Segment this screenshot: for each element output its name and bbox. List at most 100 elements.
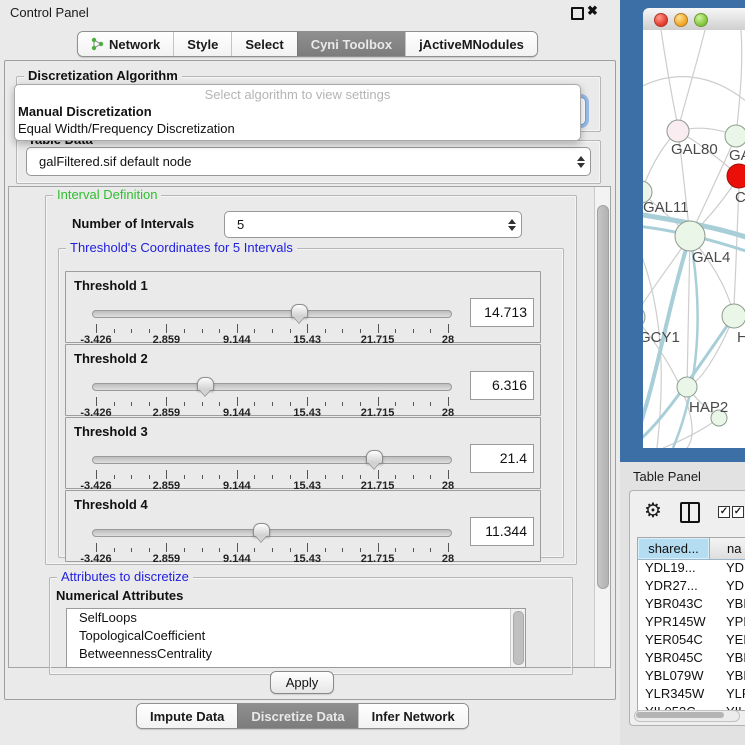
threshold-value-field[interactable]: 11.344: [470, 517, 534, 546]
table-data-value: galFiltered.sif default node: [27, 154, 572, 169]
cell-shared-name[interactable]: YDR27...: [638, 578, 716, 596]
threshold-slider[interactable]: -3.4262.8599.14415.4321.71528: [92, 379, 452, 413]
table-row[interactable]: YDL19...YDL1: [638, 560, 745, 578]
columns-icon[interactable]: [680, 502, 700, 523]
close-traffic-light-icon[interactable]: [654, 13, 668, 27]
threshold-panel: Threshold 3 -3.4262.8599.14415.4321.7152…: [65, 417, 541, 489]
column-header-name[interactable]: na: [710, 538, 745, 559]
threshold-slider[interactable]: -3.4262.8599.14415.4321.71528: [92, 525, 452, 559]
slider-track[interactable]: [92, 456, 452, 464]
cell-name[interactable]: YDR2: [716, 578, 745, 596]
slider-thumb[interactable]: [197, 377, 214, 391]
cell-name[interactable]: YBR0: [716, 596, 745, 614]
slider-thumb[interactable]: [291, 304, 308, 318]
network-edge[interactable]: [680, 30, 705, 122]
table-horizontal-scrollbar[interactable]: [634, 710, 740, 722]
attributes-group: Attributes to discretize Numerical Attri…: [49, 577, 573, 675]
slider-track[interactable]: [92, 383, 452, 391]
attribute-list-item[interactable]: SelfLoops: [67, 609, 525, 627]
network-node[interactable]: [725, 125, 745, 147]
slider-tick-labels: -3.4262.8599.14415.4321.71528: [96, 553, 448, 565]
slider-track[interactable]: [92, 310, 452, 318]
tab-select[interactable]: Select: [231, 32, 296, 56]
number-of-intervals-combobox[interactable]: 5: [224, 211, 522, 238]
tab-cyni-toolbox[interactable]: Cyni Toolbox: [297, 32, 405, 56]
tab-impute-data[interactable]: Impute Data: [137, 704, 237, 728]
column-header-shared-name[interactable]: shared...: [638, 538, 710, 559]
network-node[interactable]: [722, 304, 745, 328]
cell-name[interactable]: YBR0: [716, 650, 745, 668]
threshold-panel: Threshold 2 -3.4262.8599.14415.4321.7152…: [65, 344, 541, 416]
node-table[interactable]: shared... na YDL19...YDL1YDR27...YDR2YBR…: [637, 537, 745, 711]
attribute-list-item[interactable]: BetweennessCentrality: [67, 645, 525, 663]
table-row[interactable]: YPR145WYPR1: [638, 614, 745, 632]
table-data-combobox[interactable]: galFiltered.sif default node: [26, 147, 591, 176]
threshold-slider[interactable]: -3.4262.8599.14415.4321.71528: [92, 452, 452, 486]
apply-button[interactable]: Apply: [270, 671, 334, 694]
cell-shared-name[interactable]: YER054C: [638, 632, 716, 650]
network-node[interactable]: [667, 120, 689, 142]
slider-thumb[interactable]: [253, 523, 270, 537]
dropdown-option-manual[interactable]: Manual Discretization: [15, 103, 580, 120]
threshold-value-field[interactable]: 21.4: [470, 444, 534, 473]
table-row[interactable]: YBR043CYBR0: [638, 596, 745, 614]
cell-shared-name[interactable]: YPR145W: [638, 614, 716, 632]
minimize-traffic-light-icon[interactable]: [674, 13, 688, 27]
zoom-traffic-light-icon[interactable]: [694, 13, 708, 27]
network-edge[interactable]: [661, 30, 677, 122]
table-row[interactable]: YBL079WYBL0: [638, 668, 745, 686]
attributes-scrollbar[interactable]: [510, 609, 525, 667]
attributes-list[interactable]: SelfLoopsTopologicalCoefficientBetweenne…: [66, 608, 526, 668]
slider-thumb[interactable]: [366, 450, 383, 464]
discretization-algorithm-title: Discretization Algorithm: [24, 69, 182, 83]
algorithm-dropdown-popup: Select algorithm to view settings Manual…: [14, 84, 581, 141]
network-edge[interactable]: [687, 236, 690, 387]
network-node[interactable]: [643, 306, 645, 328]
cell-shared-name[interactable]: YBR045C: [638, 650, 716, 668]
float-window-icon[interactable]: [571, 7, 584, 20]
tab-network[interactable]: Network: [78, 32, 173, 56]
table-row[interactable]: YDR27...YDR2: [638, 578, 745, 596]
checkbox-icon[interactable]: ✓: [732, 506, 744, 518]
network-canvas[interactable]: GAL80GACGAL11GAL4GCY1HHAP2: [643, 30, 745, 448]
dropdown-option-equal-width[interactable]: Equal Width/Frequency Discretization: [15, 120, 580, 137]
node-label: GCY1: [643, 329, 680, 346]
node-label: C: [735, 189, 745, 206]
tab-jactivemnodules[interactable]: jActiveMNodules: [405, 32, 537, 56]
slider-track[interactable]: [92, 529, 452, 537]
threshold-value-field[interactable]: 14.713: [470, 298, 534, 327]
network-edge[interactable]: [643, 244, 661, 448]
interval-definition-group: Interval Definition Number of Intervals …: [45, 195, 577, 565]
tab-discretize-data[interactable]: Discretize Data: [237, 704, 357, 728]
threshold-label: Threshold 2: [74, 351, 148, 366]
network-node[interactable]: [677, 377, 697, 397]
gear-icon[interactable]: ⚙: [644, 499, 662, 523]
settings-vertical-scrollbar[interactable]: [594, 187, 610, 667]
cell-shared-name[interactable]: YBR043C: [638, 596, 716, 614]
cell-name[interactable]: YLR3: [716, 686, 745, 704]
cell-name[interactable]: YER0: [716, 632, 745, 650]
bottom-tab-bar: Impute Data Discretize Data Infer Networ…: [136, 703, 469, 729]
cell-name[interactable]: YBL0: [716, 668, 745, 686]
threshold-slider[interactable]: -3.4262.8599.14415.4321.71528: [92, 306, 452, 340]
checkbox-icon[interactable]: ✓: [718, 506, 730, 518]
network-edge[interactable]: [643, 77, 745, 102]
cell-name[interactable]: YPR1: [716, 614, 745, 632]
dropdown-placeholder[interactable]: Select algorithm to view settings: [15, 86, 580, 103]
number-of-intervals-value: 5: [225, 217, 503, 232]
network-node[interactable]: [675, 221, 705, 251]
cell-name[interactable]: YDL1: [716, 560, 745, 578]
close-icon[interactable]: ✖: [587, 3, 598, 19]
tab-infer-network[interactable]: Infer Network: [358, 704, 468, 728]
cell-shared-name[interactable]: YLR345W: [638, 686, 716, 704]
node-label: H: [737, 329, 745, 346]
table-row[interactable]: YLR345WYLR3: [638, 686, 745, 704]
cell-shared-name[interactable]: YDL19...: [638, 560, 716, 578]
table-row[interactable]: YBR045CYBR0: [638, 650, 745, 668]
tab-style[interactable]: Style: [173, 32, 231, 56]
attribute-list-item[interactable]: TopologicalCoefficient: [67, 627, 525, 645]
threshold-value-field[interactable]: 6.316: [470, 371, 534, 400]
network-edge[interactable]: [736, 30, 742, 136]
table-row[interactable]: YER054CYER0: [638, 632, 745, 650]
cell-shared-name[interactable]: YBL079W: [638, 668, 716, 686]
